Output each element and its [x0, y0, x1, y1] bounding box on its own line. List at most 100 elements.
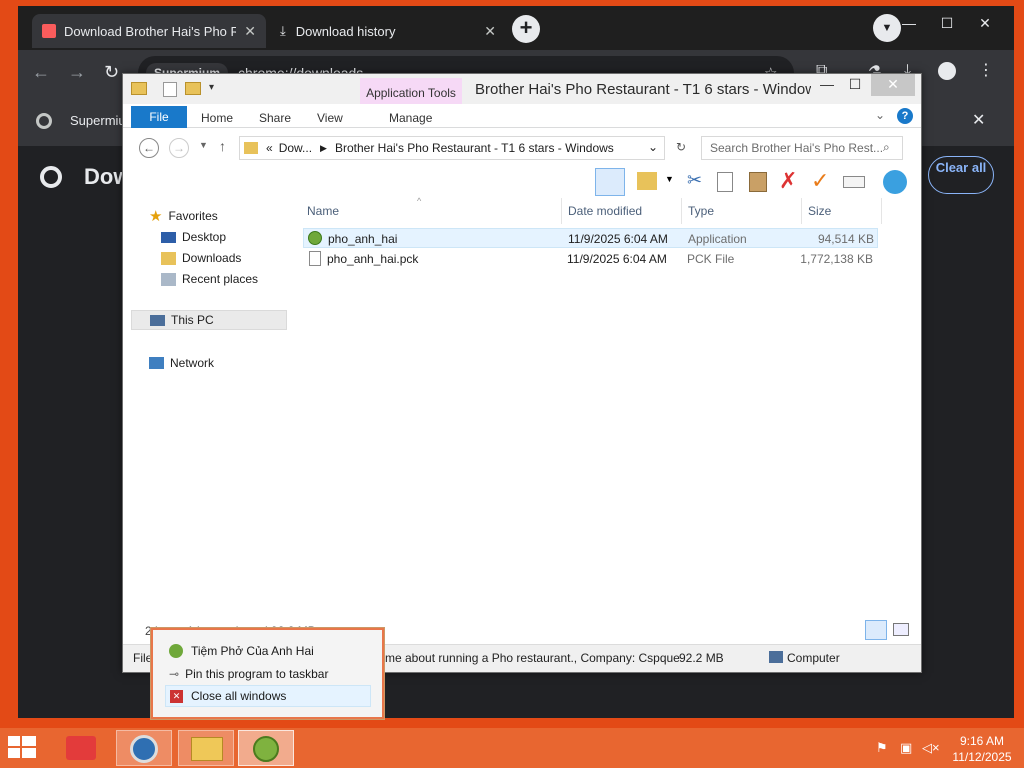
- network-tray-icon[interactable]: ▣: [900, 740, 912, 756]
- close-window-button[interactable]: ✕: [968, 10, 1002, 36]
- address-bar[interactable]: « Dow... ▶ Brother Hai's Pho Restaurant …: [239, 136, 665, 160]
- jumplist-pin-item[interactable]: ⊸ Pin this program to taskbar: [165, 663, 371, 685]
- file-icon: [309, 251, 321, 266]
- delete-icon[interactable]: ✗: [779, 168, 797, 194]
- taskbar-file-explorer[interactable]: [178, 730, 234, 766]
- taskbar-pho-app[interactable]: [238, 730, 294, 766]
- column-divider[interactable]: [561, 198, 562, 224]
- nav-favorites[interactable]: ★ Favorites: [149, 206, 218, 226]
- jumplist-close-all-item[interactable]: ✕ Close all windows: [165, 685, 371, 707]
- preview-pane-icon[interactable]: [595, 168, 625, 196]
- column-name[interactable]: Name: [307, 204, 339, 218]
- tab-title: Download Brother Hai's Pho Restaurant: [64, 23, 237, 39]
- column-divider[interactable]: [801, 198, 802, 224]
- jumplist-app-item[interactable]: Tiệm Phở Của Anh Hai: [165, 640, 371, 662]
- clear-all-button[interactable]: Clear all: [928, 156, 994, 194]
- expand-ribbon-icon[interactable]: ⌄: [875, 108, 885, 122]
- paste-icon[interactable]: [749, 172, 767, 192]
- tab-download-page[interactable]: Download Brother Hai's Pho Restaurant ✕: [32, 14, 266, 48]
- back-icon[interactable]: ←: [32, 62, 50, 83]
- file-size: 94,514 KB: [817, 232, 874, 246]
- close-infobar-icon[interactable]: ✕: [972, 110, 985, 130]
- chevron-right-icon[interactable]: ▶: [320, 143, 327, 154]
- file-row[interactable]: pho_anh_hai.pck 11/9/2025 6:04 AM PCK Fi…: [303, 249, 878, 269]
- system-clock[interactable]: 9:16 AM 11/12/2025: [940, 733, 1024, 765]
- nav-label: Favorites: [168, 209, 218, 223]
- column-date-modified[interactable]: Date modified: [568, 204, 642, 218]
- action-center-flag-icon[interactable]: ⚑: [876, 740, 888, 756]
- globe-icon[interactable]: [883, 170, 907, 194]
- search-icon[interactable]: ⌕: [883, 140, 890, 155]
- tab-manage[interactable]: Manage: [389, 106, 432, 128]
- minimize-button[interactable]: —: [813, 74, 841, 96]
- tab-title: Download history: [295, 23, 396, 39]
- up-icon[interactable]: ↑: [219, 138, 226, 154]
- minimize-button[interactable]: —: [892, 10, 926, 36]
- dropdown-icon[interactable]: ▼: [665, 174, 674, 184]
- reload-icon[interactable]: ↻: [104, 62, 119, 83]
- pin-icon: ⊸: [169, 667, 180, 681]
- taskbar-browser-app[interactable]: [116, 730, 172, 766]
- network-icon: [149, 357, 164, 369]
- application-tools-tab[interactable]: Application Tools: [360, 78, 462, 104]
- column-divider[interactable]: [681, 198, 682, 224]
- file-date: 11/9/2025 6:04 AM: [567, 252, 667, 266]
- recent-places-icon: [161, 272, 176, 286]
- column-size[interactable]: Size: [808, 204, 831, 218]
- forward-icon[interactable]: →: [169, 138, 189, 158]
- properties-icon[interactable]: [163, 82, 177, 97]
- taskbar-itch-app[interactable]: [54, 730, 110, 766]
- sort-indicator-icon: ^: [417, 196, 422, 206]
- rename-icon[interactable]: ✓: [811, 168, 829, 194]
- file-row[interactable]: pho_anh_hai 11/9/2025 6:04 AM Applicatio…: [303, 228, 878, 248]
- close-tab-icon[interactable]: ✕: [244, 23, 256, 40]
- tab-share[interactable]: Share: [259, 106, 291, 128]
- maximize-button[interactable]: ☐: [841, 74, 869, 96]
- details-view-icon[interactable]: [865, 620, 887, 640]
- address-row: ← → ▼ ↑ « Dow... ▶ Brother Hai's Pho Res…: [123, 128, 921, 168]
- address-dropdown-icon[interactable]: ⌄: [648, 140, 658, 154]
- nav-downloads[interactable]: Downloads: [161, 248, 241, 268]
- recent-locations-icon[interactable]: ▼: [199, 140, 208, 150]
- taskbar-jump-list: Tiệm Phở Của Anh Hai ⊸ Pin this program …: [151, 628, 384, 719]
- command-bar: ▼ ✂ ✗ ✓: [123, 168, 921, 198]
- tab-file[interactable]: File: [131, 106, 187, 128]
- tab-view[interactable]: View: [317, 106, 343, 128]
- breadcrumb-downloads[interactable]: Dow...: [279, 141, 312, 155]
- maximize-button[interactable]: ☐: [930, 10, 964, 36]
- tab-download-history[interactable]: ⤓ Download history ✕: [270, 14, 506, 48]
- refresh-icon[interactable]: ↻: [669, 140, 693, 160]
- menu-icon[interactable]: ⋮: [978, 60, 994, 80]
- properties-icon[interactable]: [843, 176, 865, 188]
- close-tab-icon[interactable]: ✕: [484, 23, 496, 40]
- close-button[interactable]: ✕: [871, 74, 915, 96]
- copy-icon[interactable]: [717, 172, 733, 192]
- volume-muted-icon[interactable]: ◁×: [922, 740, 940, 756]
- large-icons-view-icon[interactable]: [893, 623, 909, 636]
- taskbar: ⚑ ▣ ◁× 9:16 AM 11/12/2025: [0, 728, 1024, 768]
- nav-network[interactable]: Network: [149, 353, 214, 373]
- nav-this-pc[interactable]: This PC: [131, 310, 287, 330]
- address-overflow[interactable]: «: [266, 141, 273, 155]
- start-button[interactable]: [8, 736, 38, 760]
- file-explorer-icon: [191, 737, 223, 761]
- column-type[interactable]: Type: [688, 204, 714, 218]
- profile-icon[interactable]: [938, 62, 956, 80]
- cut-icon[interactable]: ✂: [687, 170, 702, 191]
- computer-icon: [769, 651, 783, 663]
- search-input[interactable]: Search Brother Hai's Pho Rest...: [701, 136, 903, 160]
- new-folder-icon[interactable]: [185, 82, 201, 95]
- tab-home[interactable]: Home: [201, 106, 233, 128]
- column-divider[interactable]: [881, 198, 882, 224]
- organize-icon[interactable]: [637, 172, 657, 190]
- help-icon[interactable]: ?: [897, 108, 913, 124]
- clock-date: 11/12/2025: [952, 750, 1012, 764]
- nav-desktop[interactable]: Desktop: [161, 227, 226, 247]
- new-tab-button[interactable]: +: [512, 15, 540, 43]
- quick-access-dropdown-icon[interactable]: ▾: [209, 82, 214, 93]
- app-globe-icon: [308, 231, 322, 245]
- nav-recent-places[interactable]: Recent places: [161, 269, 258, 289]
- back-icon[interactable]: ←: [139, 138, 159, 158]
- forward-icon[interactable]: →: [68, 62, 86, 83]
- breadcrumb-current[interactable]: Brother Hai's Pho Restaurant - T1 6 star…: [335, 141, 614, 155]
